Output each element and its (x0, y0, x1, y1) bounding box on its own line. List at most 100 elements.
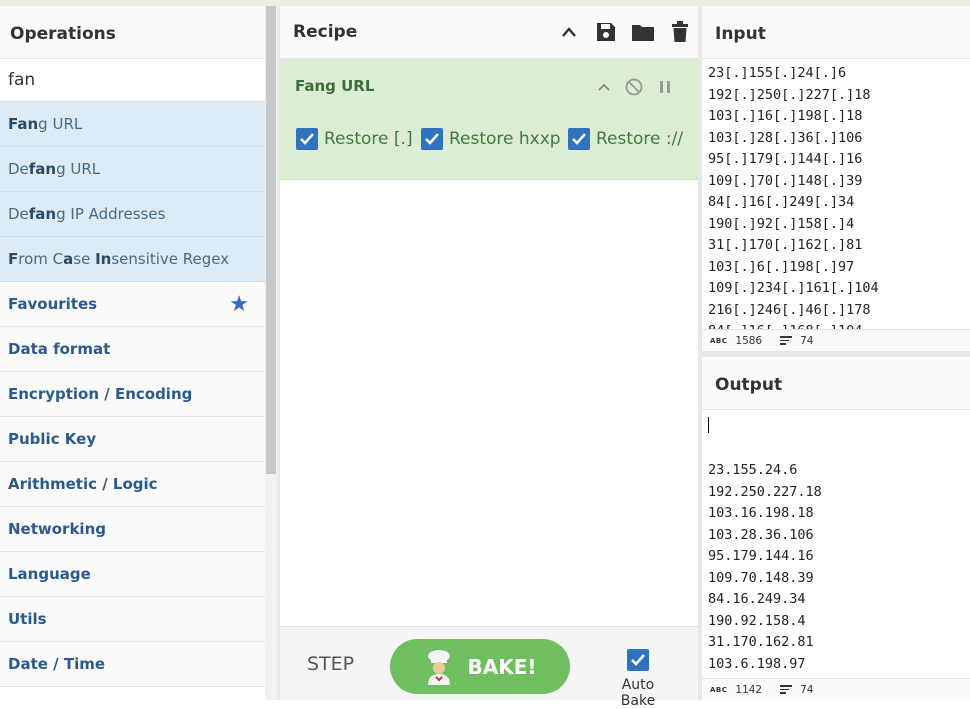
input-textarea[interactable]: 23[.]155[.]24[.]6 192[.]250[.]227[.]18 103… (702, 59, 970, 329)
result-text: In (95, 250, 112, 268)
recipe-title: Recipe (293, 22, 358, 42)
bake-bar: STEP BAKE! Auto Bake (280, 626, 698, 709)
search-result-item[interactable]: Defang IP Addresses (0, 192, 265, 237)
output-line: 23.155.24.6 (708, 462, 798, 478)
input-line: 31[.]170[.]162[.]81 (708, 237, 863, 253)
category-label: Favourites (8, 295, 98, 313)
operations-scrollbar[interactable] (265, 6, 277, 700)
operation-name: Fang URL (295, 77, 375, 95)
output-line: 84.16.249.34 (708, 591, 806, 607)
checkbox-checked-icon[interactable] (296, 128, 318, 150)
category-item[interactable]: Networking (0, 507, 265, 552)
output-line: 103.28.36.106 (708, 526, 814, 543)
category-item[interactable]: Data format (0, 327, 265, 372)
collapse-all-button[interactable] (550, 12, 587, 52)
input-line: 192[.]250[.]227[.]18 (708, 86, 871, 103)
category-label: Data format (8, 340, 111, 358)
option-label: Restore hxxp (449, 129, 561, 149)
category-item[interactable]: Utils (0, 597, 265, 642)
option-restore-scheme[interactable]: Restore :// (568, 128, 683, 150)
input-line: 84[.]16[.]249[.]34 (708, 194, 855, 210)
operations-panel: Operations Fang URLDefang URLDefang IP A… (0, 6, 265, 700)
input-line-count: 74 (800, 334, 814, 347)
input-line: 103[.]6[.]198[.]97 (708, 258, 855, 275)
bake-label: BAKE! (467, 654, 537, 679)
lines-icon (780, 336, 793, 345)
option-label: Restore :// (596, 129, 684, 149)
pause-icon (660, 81, 670, 93)
minimise-operation-button[interactable] (590, 73, 618, 101)
category-item[interactable]: Arithmetic / Logic (0, 462, 265, 507)
category-item[interactable]: Favourites ★ (0, 282, 265, 327)
category-label: Encryption / Encoding (8, 385, 193, 403)
result-text: fan (28, 205, 57, 223)
output-line: 192.250.227.18 (708, 483, 822, 500)
text-cursor (708, 417, 709, 433)
result-text: De (8, 205, 29, 223)
category-label: Public Key (8, 430, 97, 448)
input-line: 190[.]92[.]158[.]4 (708, 215, 855, 232)
output-textarea[interactable]: 23.155.24.6 192.250.227.18 103.16.198.18 10… (702, 410, 970, 678)
result-text: De (8, 160, 29, 178)
chevron-up-icon (561, 27, 576, 37)
result-text: sensitive Regex (111, 250, 230, 268)
input-line: 95[.]179[.]144[.]16 (708, 151, 863, 167)
scrollbar-thumb[interactable] (266, 6, 276, 474)
checkbox-checked-icon[interactable] (421, 128, 443, 150)
input-status-bar: ABC 1586 74 (702, 329, 970, 351)
recipe-header: Recipe (280, 6, 698, 59)
output-title: Output (702, 357, 970, 410)
category-item[interactable]: Language (0, 552, 265, 597)
output-line: 95.179.144.16 (708, 548, 814, 564)
input-char-count: 1586 (735, 334, 763, 347)
output-line: 109.234.161.104 (708, 675, 970, 678)
step-button[interactable]: STEP (307, 653, 354, 675)
option-restore-hxxp[interactable]: Restore hxxp (421, 128, 561, 150)
recipe-panel: Recipe Fang URL Restore [.] Restore hxxp… (280, 6, 698, 709)
operations-search-input[interactable] (0, 59, 265, 101)
result-text: fan (28, 160, 57, 178)
category-label: Utils (8, 610, 47, 628)
category-label: Networking (8, 520, 106, 538)
category-item[interactable]: Encryption / Encoding (0, 372, 265, 417)
chevron-up-icon (598, 83, 610, 91)
clear-recipe-button[interactable] (661, 12, 698, 52)
output-line: 190.92.158.4 (708, 612, 806, 629)
star-icon[interactable]: ★ (229, 282, 249, 327)
bake-button[interactable]: BAKE! (390, 639, 570, 694)
save-recipe-button[interactable] (587, 12, 624, 52)
result-text: g URL (38, 115, 83, 133)
search-result-item[interactable]: Fang URL (0, 102, 265, 147)
pause-operation-button[interactable] (651, 73, 679, 101)
output-line: 103.6.198.97 (708, 655, 806, 672)
length-icon: ABC (710, 685, 728, 694)
input-line: 84[.]16[.]168[.]104 (708, 321, 970, 329)
input-title: Input (702, 6, 970, 59)
disable-icon (625, 78, 643, 96)
category-item[interactable]: Date / Time (0, 642, 265, 687)
operations-search (0, 59, 265, 102)
recipe-drop-area[interactable] (280, 180, 698, 626)
input-line: 23[.]155[.]24[.]6 (708, 65, 847, 81)
result-text: g IP Addresses (56, 205, 166, 223)
disable-operation-button[interactable] (620, 73, 648, 101)
category-label: Arithmetic / Logic (8, 475, 158, 493)
search-result-item[interactable]: From Case Insensitive Regex (0, 237, 265, 282)
recipe-operation-fang-url[interactable]: Fang URL Restore [.] Restore hxxp Restor… (280, 59, 698, 180)
checkbox-checked-icon[interactable] (568, 128, 590, 150)
category-item[interactable]: Public Key (0, 417, 265, 462)
category-label: Language (8, 565, 91, 583)
load-recipe-button[interactable] (624, 12, 661, 52)
search-result-item[interactable]: Defang URL (0, 147, 265, 192)
io-panel: Input 23[.]155[.]24[.]6 192[.]250[.]227[.… (702, 6, 970, 700)
result-text: se (73, 250, 96, 268)
auto-bake-toggle[interactable]: Auto Bake (603, 649, 673, 709)
trash-icon (671, 21, 688, 42)
checkbox-checked-icon[interactable] (627, 649, 649, 671)
output-line: 109.70.148.39 (708, 569, 814, 586)
result-text: rom C (18, 250, 64, 268)
lines-icon (780, 685, 793, 694)
option-restore-dot[interactable]: Restore [.] (296, 128, 413, 150)
operations-title: Operations (0, 6, 265, 59)
output-status-bar: ABC 1142 74 (702, 678, 970, 700)
